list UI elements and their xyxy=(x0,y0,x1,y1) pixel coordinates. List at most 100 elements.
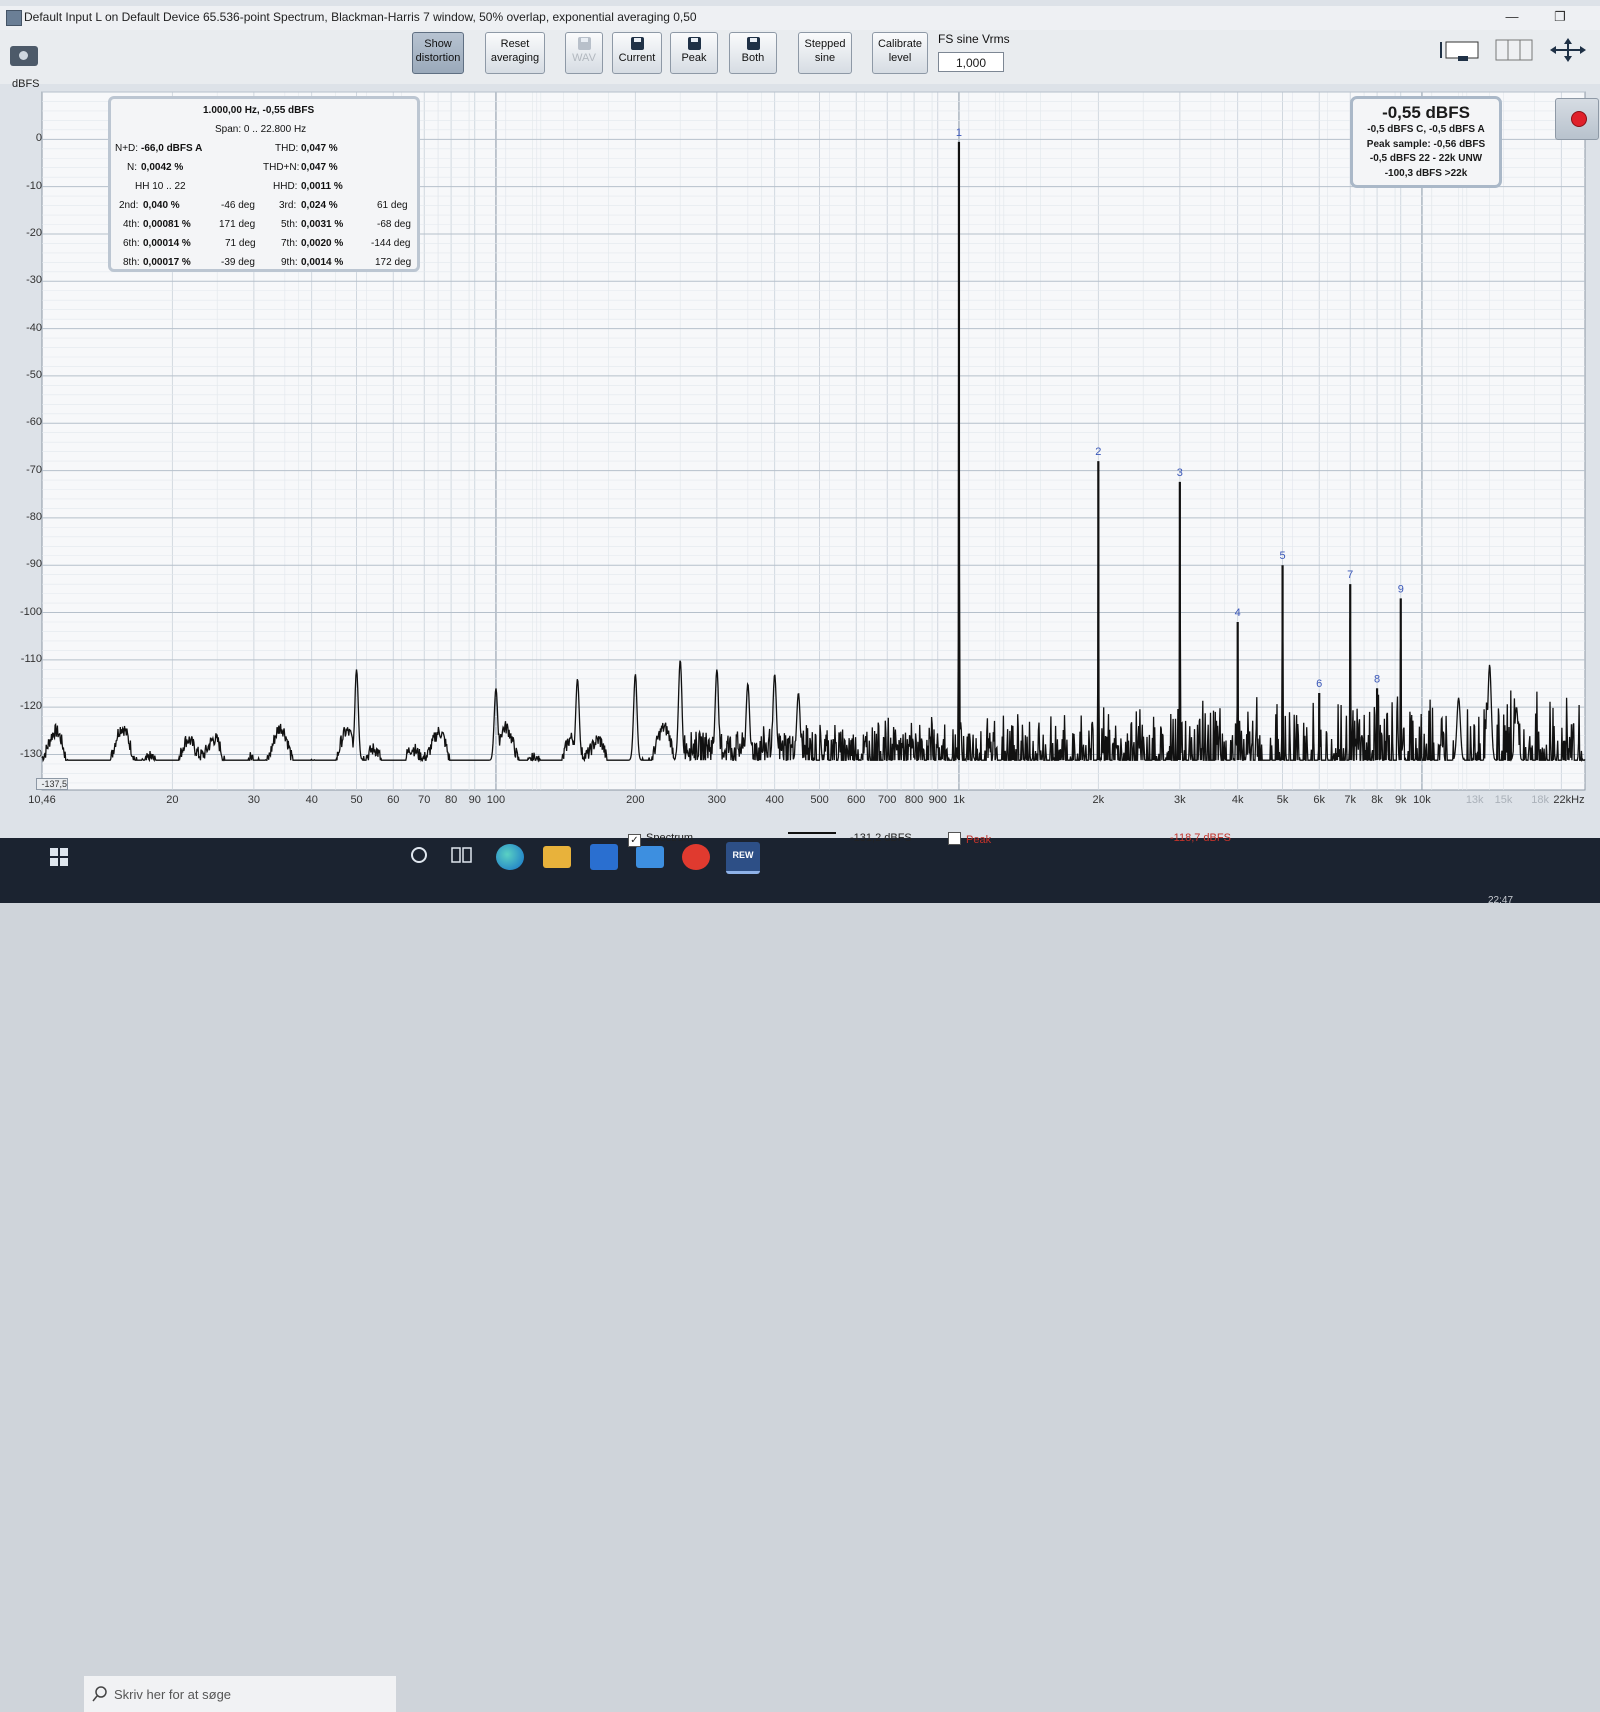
spectrum-legend[interactable]: ✓ Spectrum xyxy=(628,832,693,847)
hhd-value: 0,0011 % xyxy=(301,181,343,192)
h6-label: 6th: xyxy=(123,238,140,249)
level-line4: -100,3 dBFS >22k xyxy=(1384,167,1468,179)
h2-label: 2nd: xyxy=(119,200,139,211)
cortana-icon[interactable] xyxy=(408,844,430,866)
windows-taskbar: Skriv her for at søge REW 22:47 xyxy=(0,838,1600,1712)
h8-label: 8th: xyxy=(123,257,140,268)
h9-value: 0,0014 % xyxy=(301,257,344,268)
x-tick-label: 9k xyxy=(1394,794,1407,806)
y-tick-label: -70 xyxy=(26,463,42,476)
thdn-label: THD+N: xyxy=(263,162,300,173)
h7-value: 0,0020 % xyxy=(301,238,344,249)
taskbar-search[interactable]: Skriv her for at søge xyxy=(84,1676,396,1712)
harmonic-label-4: 4 xyxy=(1235,607,1241,619)
x-tick-label: 1k xyxy=(953,794,965,806)
spectrum-legend-swatch xyxy=(788,832,836,834)
record-button[interactable] xyxy=(1555,98,1599,140)
windows-start-icon[interactable] xyxy=(50,848,68,866)
y-tick-label: -10 xyxy=(26,179,42,192)
ccleaner-icon[interactable] xyxy=(682,844,710,870)
level-line1: -0,5 dBFS C, -0,5 dBFS A xyxy=(1367,124,1485,135)
x-tick-label: 10,46 xyxy=(28,794,56,806)
y-tick-label: -130 xyxy=(19,747,42,760)
taskbar-clock: 22:47 xyxy=(1488,895,1514,906)
thdn-value: 0,047 % xyxy=(301,162,338,173)
h8-value: 0,00017 % xyxy=(143,257,191,268)
spectrum-legend-value: -131,2 dBFS xyxy=(850,832,912,844)
h7-label: 7th: xyxy=(281,238,298,249)
h3-value: 0,024 % xyxy=(301,200,338,211)
hhd-label: HHD: xyxy=(273,181,298,192)
x-tick-label: 3k xyxy=(1174,794,1186,806)
distortion-panel: 1.000,00 Hz, -0,55 dBFS Span: 0 .. 22.80… xyxy=(108,96,420,272)
y-tick-label: -100 xyxy=(19,605,42,618)
nd-label: N+D: xyxy=(115,143,139,154)
harmonic-label-7: 7 xyxy=(1347,569,1353,581)
record-icon xyxy=(1571,111,1587,127)
harmonic-label-2: 2 xyxy=(1095,446,1101,458)
h3-label: 3rd: xyxy=(279,200,297,211)
edge-icon[interactable] xyxy=(496,844,524,870)
x-tick-label: 800 xyxy=(904,794,924,806)
h5-label: 5th: xyxy=(281,219,298,230)
hh-label: HH 10 .. 22 xyxy=(135,181,186,192)
task-view-icon[interactable] xyxy=(450,844,474,866)
y-lower-marker: -137,5 xyxy=(36,778,68,790)
dp-header: 1.000,00 Hz, -0,55 dBFS xyxy=(203,105,315,116)
harmonic-label-5: 5 xyxy=(1280,550,1286,562)
level-line3: -0,5 dBFS 22 - 22k UNW xyxy=(1369,153,1483,164)
spectrum-legend-label: Spectrum xyxy=(646,832,694,844)
search-placeholder: Skriv her for at søge xyxy=(114,1687,232,1702)
y-tick-label: -20 xyxy=(26,226,42,239)
x-tick-label: 30 xyxy=(247,794,260,806)
y-tick-label: -50 xyxy=(26,368,42,381)
y-tick-label: -120 xyxy=(19,700,42,713)
peak-legend-label: Peak xyxy=(966,834,992,846)
x-tick-label: 10k xyxy=(1413,794,1431,806)
level-panel: -0,55 dBFS -0,5 dBFS C, -0,5 dBFS A Peak… xyxy=(1350,96,1502,188)
x-tick-label: 4k xyxy=(1231,794,1244,806)
x-tick-label: 50 xyxy=(350,794,363,806)
x-tick-label: 400 xyxy=(765,794,784,806)
level-main: -0,55 dBFS xyxy=(1382,103,1470,122)
h9-label: 9th: xyxy=(281,257,298,268)
harmonic-label-8: 8 xyxy=(1374,673,1380,685)
harmonic-label-6: 6 xyxy=(1316,678,1322,690)
y-tick-label: -90 xyxy=(26,558,42,571)
x-tick-label: 600 xyxy=(847,794,866,806)
h7-phase: -144 deg xyxy=(371,238,411,249)
h6-value: 0,00014 % xyxy=(143,238,191,249)
x-tick-label: 60 xyxy=(387,794,400,806)
x-tick-label: 200 xyxy=(626,794,645,806)
x-tick-label: 700 xyxy=(878,794,897,806)
store-icon[interactable] xyxy=(590,844,618,870)
x-tick-label: 22kHz xyxy=(1553,794,1585,806)
y-tick-label: -60 xyxy=(26,416,42,429)
h4-label: 4th: xyxy=(123,219,140,230)
y-tick-label: 0 xyxy=(35,132,42,145)
n-value: 0,0042 % xyxy=(141,162,184,173)
nd-value: -66,0 dBFS A xyxy=(141,143,203,154)
mail-icon[interactable] xyxy=(636,846,664,868)
peak-legend[interactable]: Peak xyxy=(948,832,991,846)
peak-checkbox-icon[interactable] xyxy=(948,832,961,845)
file-explorer-icon[interactable] xyxy=(543,846,571,868)
x-tick-label: 2k xyxy=(1092,794,1105,806)
x-tick-label: 20 xyxy=(166,794,179,806)
peak-legend-value: -118,7 dBFS xyxy=(1170,832,1231,844)
rew-taskbar-icon[interactable]: REW xyxy=(726,842,760,874)
thd-value: 0,047 % xyxy=(301,143,338,154)
harmonic-label-9: 9 xyxy=(1398,583,1404,595)
y-tick-label: -80 xyxy=(26,510,42,523)
y-tick-label: -110 xyxy=(20,652,42,665)
x-tick-label: 80 xyxy=(444,794,458,806)
x-tick-label: 100 xyxy=(486,794,506,806)
spectrum-checkbox-icon[interactable]: ✓ xyxy=(628,834,641,847)
x-tick-label: 15k xyxy=(1494,794,1513,806)
h4-value: 0,00081 % xyxy=(143,219,191,230)
h2-phase: -46 deg xyxy=(221,200,255,211)
x-tick-label: 500 xyxy=(810,794,829,806)
h5-phase: -68 deg xyxy=(377,219,411,230)
x-tick-label: 13k xyxy=(1465,794,1484,806)
x-tick-label: 40 xyxy=(305,794,318,806)
